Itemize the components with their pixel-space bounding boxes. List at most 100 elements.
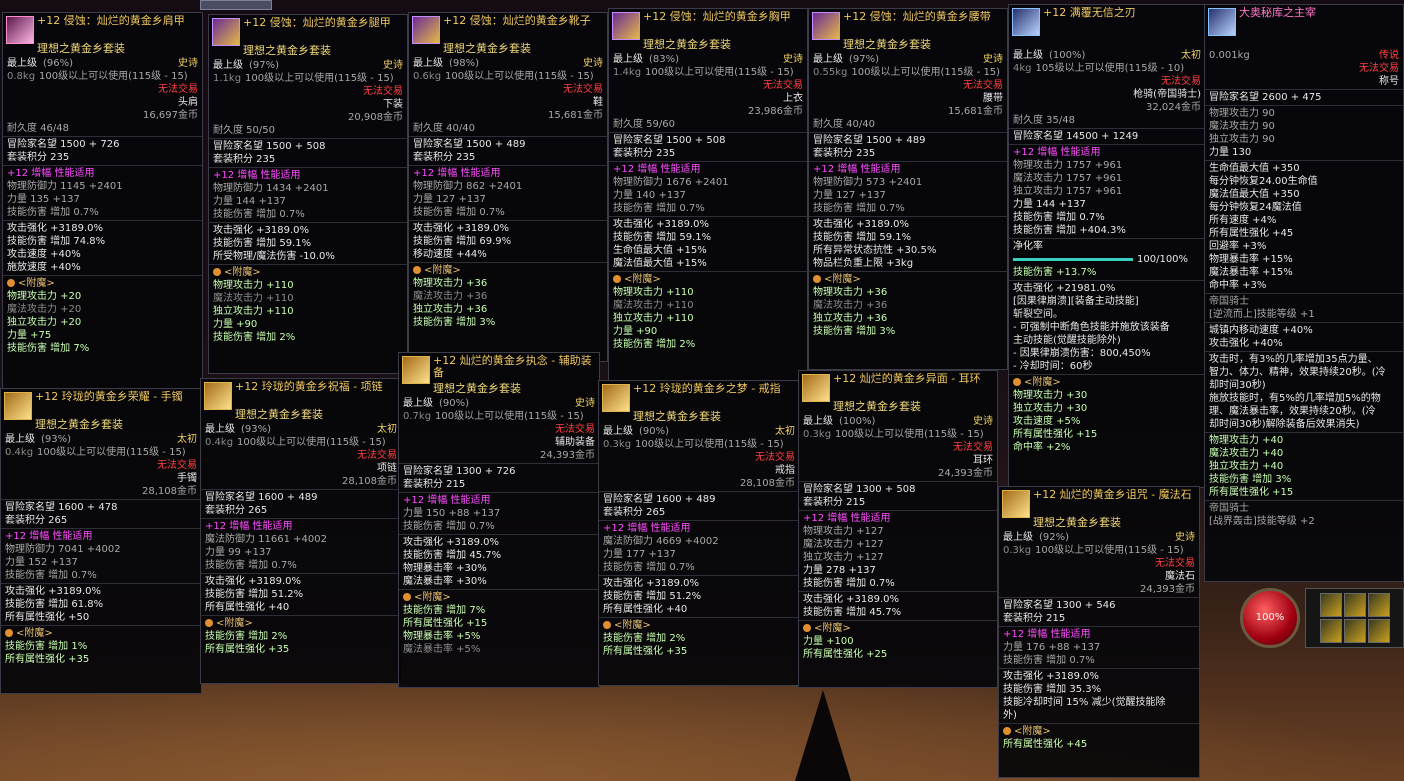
item-level-text: 最上级 [7, 58, 37, 69]
item-price: 24,393金币 [399, 449, 599, 462]
base-stat-text: 力量 130 [1209, 147, 1252, 158]
option-line: 攻击强化 +3189.0% [209, 224, 407, 237]
item-req: 1.1kg 100级以上可以使用(115级 - 15) [209, 72, 407, 85]
item-tooltip[interactable]: +12 侵蚀：灿烂的黄金乡胸甲 理想之黄金乡套装 最上级 (83%) 史诗 1.4kg 10… [608, 8, 808, 382]
enchant-line: 物理攻击力 +36 [409, 277, 607, 290]
base-stat: 力量 135 +137 [3, 193, 202, 206]
class-skill-text: [逆流而上]技能等级 +1 [1209, 309, 1315, 320]
enchant-line: 物理攻击力 +40 [1205, 434, 1403, 447]
item-level: 最上级 (97%) 史诗 [809, 53, 1007, 66]
class-name: 帝国骑士 [1205, 295, 1403, 308]
item-price-right: 28,108金币 [740, 478, 795, 489]
item-tooltip[interactable]: +12 玲珑的黄金乡祝福 - 项链 理想之黄金乡套装 最上级 (93%) 太初 0.4kg… [200, 378, 402, 684]
base-stat: 物理防御力 1676 +2401 [609, 176, 807, 189]
fame: 冒险家名望 1300 + 546 [999, 599, 1199, 612]
enchant-orb-icon [413, 266, 421, 274]
quick-slot[interactable] [1368, 619, 1390, 643]
enchant-section: <附魔> 物理攻击力 +36 魔法攻击力 +36 独立攻击力 +36 技能伤害 增加 3… [409, 262, 607, 329]
item-level: 最上级 (98%) 史诗 [409, 57, 607, 70]
option-line: 生命值最大值 +15% [609, 244, 807, 257]
set-points-text: 套装积分 235 [413, 152, 476, 163]
base-stat: 技能伤害 增加 0.7% [609, 202, 807, 215]
item-tooltip[interactable]: +12 灿烂的黄金乡诅咒 - 魔法石 理想之黄金乡套装 最上级 (92%) 史诗 0.3k… [998, 486, 1200, 778]
option-line-text: 技能伤害 增加 45.7% [403, 550, 502, 561]
enchant-line: 技能伤害 增加 2% [201, 630, 401, 643]
option-line: 技能冷却时间 15% 减少(觉醒技能除 [999, 696, 1199, 709]
item-name: +12 侵蚀：灿烂的黄金乡靴子 [443, 14, 591, 27]
enchant-title: <附魔> [599, 619, 799, 632]
fame-text: 冒险家名望 1500 + 489 [813, 135, 926, 146]
item-tooltip[interactable]: +12 侵蚀：灿烂的黄金乡腿甲 理想之黄金乡套装 最上级 (97%) 史诗 1.1kg 10… [208, 14, 408, 374]
quick-slot[interactable] [1344, 619, 1366, 643]
proc-line: 理、魔法暴击率，效果持续20秒。(冷 [1205, 405, 1403, 418]
town-line-text: 攻击强化 +40% [1209, 338, 1283, 349]
item-weight: 0.3kg [803, 429, 832, 440]
quick-slot[interactable] [1344, 593, 1366, 617]
item-tooltip[interactable]: +12 灿烂的黄金乡异面 - 耳环 理想之黄金乡套装 最上级 (100%) 史诗 0.3k… [798, 370, 998, 688]
item-level-right: 太初 [775, 426, 795, 437]
item-tooltip[interactable]: +12 侵蚀：灿烂的黄金乡肩甲 理想之黄金乡套装 最上级 (96%) 史诗 0.8kg 10… [2, 12, 203, 390]
amp-section: +12 增幅 性能适用 物理防御力 1145 +2401 力量 135 +137 技能… [3, 165, 202, 219]
amp-header-text: +12 增幅 性能适用 [603, 523, 691, 534]
top-toolbar-tab[interactable] [200, 0, 272, 10]
item-level-right: 史诗 [575, 398, 595, 409]
item-trade-right: 无法交易 [158, 84, 198, 95]
item-slot-right: 头肩 [178, 97, 198, 108]
item-level: 最上级 (96%) 史诗 [3, 57, 202, 70]
item-level-right: 史诗 [983, 54, 1003, 65]
option-line: 所有速度 +4% [1205, 214, 1403, 227]
item-tooltip[interactable]: +12 玲珑的黄金乡荣耀 - 手镯 理想之黄金乡套装 最上级 (93%) 太初 0.4kg… [0, 388, 202, 694]
base-stat-text: 技能伤害 增加 0.7% [1003, 655, 1095, 666]
class-name-text: 帝国骑士 [1209, 503, 1249, 514]
base-stat-text: 魔法攻击力 +127 [803, 539, 884, 550]
enchant-line: 独立攻击力 +36 [409, 303, 607, 316]
item-quality: (92%) [1039, 532, 1070, 543]
item-tooltip[interactable]: +12 满覆无信之刃 最上级 (100%) 太初 4kg 105级以上可以使用(115级 … [1008, 4, 1206, 488]
quick-slot-bar[interactable] [1305, 588, 1404, 648]
base-stat: 技能伤害 增加 0.7% [1009, 211, 1205, 224]
attr-section: 攻击强化 +3189.0% 技能伤害 增加 51.2% 所有属性强化 +40 [201, 573, 401, 614]
option-line: 技能伤害 增加 51.2% [201, 588, 401, 601]
amp-header: +12 增幅 性能适用 [201, 520, 401, 533]
option-line: 技能伤害 增加 51.2% [599, 590, 799, 603]
set-points: 套装积分 265 [1, 514, 201, 527]
amp-header-text: +12 增幅 性能适用 [7, 168, 95, 179]
amp-header: +12 增幅 性能适用 [609, 163, 807, 176]
item-tooltip[interactable]: +12 玲珑的黄金乡之梦 - 戒指 理想之黄金乡套装 最上级 (90%) 太初 0.3kg… [598, 380, 800, 686]
enchant-line: 技能伤害 增加 7% [3, 342, 202, 355]
enchant-line-text: 技能伤害 增加 3% [1209, 474, 1292, 485]
fame: 冒险家名望 2600 + 475 [1205, 91, 1403, 104]
item-req-text: 100级以上可以使用(115级 - 15) [835, 429, 984, 440]
item-price-right: 20,908金币 [348, 112, 403, 123]
option-line-text: 生命值最大值 +15% [613, 245, 707, 256]
enchant-line-text: 技能伤害 增加 2% [613, 339, 696, 350]
option-line-text: 攻击强化 +3189.0% [813, 219, 910, 230]
item-tooltip[interactable]: +12 侵蚀：灿烂的黄金乡靴子 理想之黄金乡套装 最上级 (98%) 史诗 0.6kg 10… [408, 12, 608, 362]
enchant-line: 独立攻击力 +40 [1205, 460, 1403, 473]
base-stat-text: 技能伤害 增加 0.7% [413, 207, 505, 218]
item-level-right: 史诗 [783, 54, 803, 65]
enchant-line: 物理暴击率 +5% [399, 630, 599, 643]
base-stat: 技能伤害 增加 0.7% [799, 577, 997, 590]
item-tooltip[interactable]: 大奥秘库之主宰 0.001kg 传说 无法交易 称号 冒险家名望 2600 + 475 物理… [1204, 4, 1404, 582]
quick-slot[interactable] [1368, 593, 1390, 617]
quick-slot[interactable] [1320, 619, 1342, 643]
item-level: 最上级 (100%) 史诗 [799, 415, 997, 428]
enchant-line: 物理攻击力 +36 [809, 286, 1007, 299]
option-line-text: 技能伤害 增加 35.3% [1003, 684, 1102, 695]
base-stat-text: 力量 278 +137 [803, 565, 876, 576]
item-name: +12 灿烂的黄金乡诅咒 - 魔法石 [1033, 488, 1192, 501]
item-price: 20,908金币 [209, 111, 407, 124]
option-line: 技能伤害 增加 59.1% [809, 231, 1007, 244]
option-line-text: 攻击强化 +3189.0% [7, 223, 104, 234]
item-slot: 鞋 [409, 96, 607, 109]
enchant-line: 独立攻击力 +110 [209, 305, 407, 318]
item-tooltip[interactable]: +12 灿烂的黄金乡执念 - 辅助装备 理想之黄金乡套装 最上级 (90%) 史诗 0.7… [398, 352, 600, 688]
item-set-name: 理想之黄金乡套装 [433, 382, 521, 395]
item-tooltip[interactable]: +12 侵蚀：灿烂的黄金乡腰带 理想之黄金乡套装 最上级 (97%) 史诗 0.55kg 1… [808, 8, 1008, 370]
option-line: 技能伤害 增加 45.7% [399, 549, 599, 562]
base-stat-text: 力量 144 +137 [1013, 199, 1086, 210]
enchant-line-text: 物理攻击力 +36 [413, 278, 488, 289]
fame: 冒险家名望 1600 + 489 [599, 493, 799, 506]
quick-slot[interactable] [1320, 593, 1342, 617]
